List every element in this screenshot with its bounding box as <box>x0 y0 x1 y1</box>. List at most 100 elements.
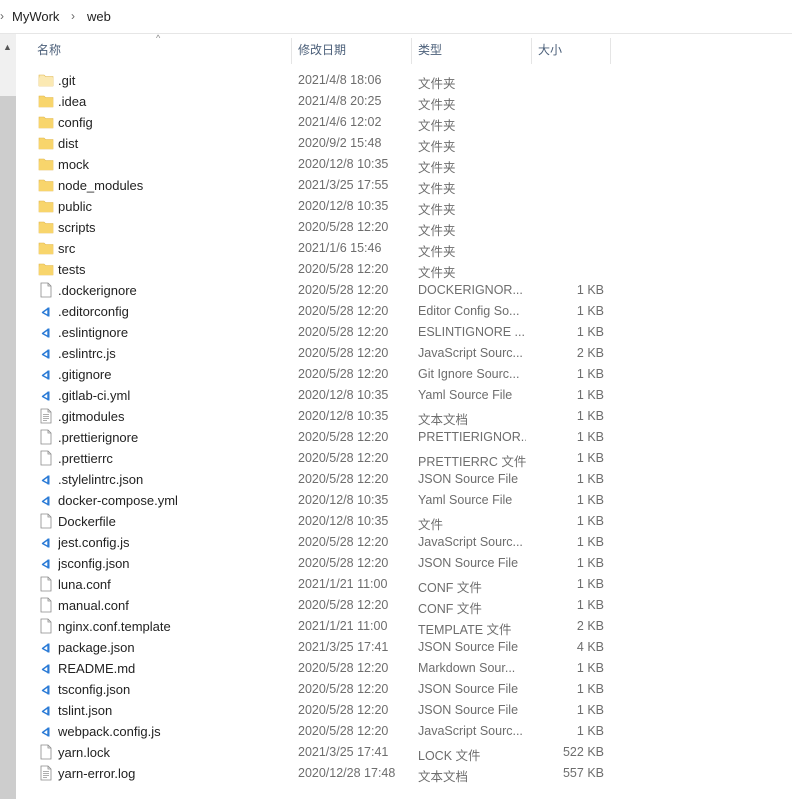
file-type: 文件夹 <box>418 266 456 280</box>
file-size: 1 KB <box>576 283 604 297</box>
vscode-file-icon <box>38 660 54 676</box>
file-date: 2020/5/28 12:20 <box>298 220 389 234</box>
file-size: 1 KB <box>576 325 604 339</box>
breadcrumb-item-mywork[interactable]: MyWork <box>12 9 59 24</box>
file-row[interactable]: Dockerfile 2020/12/8 10:35 文件 1 KB <box>36 511 616 532</box>
file-name: luna.conf <box>58 577 111 592</box>
column-divider[interactable] <box>610 38 611 64</box>
file-type: TEMPLATE 文件 <box>418 623 512 637</box>
navigation-pane-scroll-thumb[interactable] <box>0 96 16 799</box>
file-row[interactable]: .gitmodules 2020/12/8 10:35 文本文档 1 KB <box>36 406 616 427</box>
file-name: manual.conf <box>58 598 129 613</box>
file-name: .gitlab-ci.yml <box>58 388 131 403</box>
file-row[interactable]: manual.conf 2020/5/28 12:20 CONF 文件 1 KB <box>36 595 616 616</box>
file-size: 1 KB <box>576 367 604 381</box>
file-icon <box>38 597 54 613</box>
file-row[interactable]: yarn.lock 2021/3/25 17:41 LOCK 文件 522 KB <box>36 742 616 763</box>
file-date: 2020/5/28 12:20 <box>298 262 389 276</box>
file-row[interactable]: tslint.json 2020/5/28 12:20 JSON Source Fi… <box>36 700 616 721</box>
file-row[interactable]: .idea 2021/4/8 20:25 文件夹 <box>36 91 616 112</box>
vscode-file-icon <box>38 471 54 487</box>
file-icon <box>38 282 54 298</box>
chevron-right-icon[interactable]: › <box>71 9 75 23</box>
file-row[interactable]: yarn-error.log 2020/12/28 17:48 文本文档 557 KB <box>36 763 616 784</box>
file-type: JSON Source File <box>418 703 519 717</box>
file-name: .eslintrc.js <box>58 346 116 361</box>
file-row[interactable]: dist 2020/9/2 15:48 文件夹 <box>36 133 616 154</box>
file-type: Git Ignore Sourc... <box>418 367 520 381</box>
vscode-file-icon <box>38 681 54 697</box>
file-name: scripts <box>58 220 96 235</box>
file-row[interactable]: .editorconfig 2020/5/28 12:20 Editor Confi… <box>36 301 616 322</box>
file-date: 2020/5/28 12:20 <box>298 682 389 696</box>
file-type: CONF 文件 <box>418 602 482 616</box>
file-size: 2 KB <box>576 346 604 360</box>
column-header-type[interactable]: 类型 <box>418 38 442 64</box>
file-name: tslint.json <box>58 703 113 718</box>
file-row[interactable]: config 2021/4/6 12:02 文件夹 <box>36 112 616 133</box>
scroll-up-arrow-icon[interactable]: ▲ <box>3 42 12 52</box>
file-date: 2020/5/28 12:20 <box>298 724 389 738</box>
sort-ascending-icon: ^ <box>156 33 161 43</box>
column-header-size[interactable]: 大小 <box>538 38 562 64</box>
vscode-file-icon <box>38 345 54 361</box>
file-type: DOCKERIGNOR... <box>418 283 523 297</box>
file-row[interactable]: .dockerignore 2020/5/28 12:20 DOCKERIGNOR.… <box>36 280 616 301</box>
file-row[interactable]: docker-compose.yml 2020/12/8 10:35 Yaml So… <box>36 490 616 511</box>
file-row[interactable]: tests 2020/5/28 12:20 文件夹 <box>36 259 616 280</box>
file-type: Yaml Source File <box>418 493 513 507</box>
file-row[interactable]: nginx.conf.template 2021/1/21 11:00 TEMPLA… <box>36 616 616 637</box>
file-row[interactable]: node_modules 2021/3/25 17:55 文件夹 <box>36 175 616 196</box>
file-size: 1 KB <box>576 556 604 570</box>
file-name: public <box>58 199 92 214</box>
file-row[interactable]: jest.config.js 2020/5/28 12:20 JavaScript … <box>36 532 616 553</box>
breadcrumb-item-web[interactable]: web <box>87 9 111 24</box>
column-divider[interactable] <box>291 38 292 64</box>
file-row[interactable]: .prettierrc 2020/5/28 12:20 PRETTIERRC 文件 1… <box>36 448 616 469</box>
file-size: 1 KB <box>576 304 604 318</box>
file-row[interactable]: .eslintrc.js 2020/5/28 12:20 JavaScript So… <box>36 343 616 364</box>
column-divider[interactable] <box>531 38 532 64</box>
vscode-file-icon <box>38 387 54 403</box>
file-size: 557 KB <box>562 766 604 780</box>
file-name: .prettierignore <box>58 430 139 445</box>
file-name: jest.config.js <box>58 535 130 550</box>
file-row[interactable]: src 2021/1/6 15:46 文件夹 <box>36 238 616 259</box>
file-icon <box>38 450 54 466</box>
file-type: 文本文档 <box>418 413 469 427</box>
file-row[interactable]: luna.conf 2021/1/21 11:00 CONF 文件 1 KB <box>36 574 616 595</box>
file-row[interactable]: package.json 2021/3/25 17:41 JSON Source F… <box>36 637 616 658</box>
file-row[interactable]: README.md 2020/5/28 12:20 Markdown Sour...… <box>36 658 616 679</box>
file-type: Yaml Source File <box>418 388 513 402</box>
file-name: README.md <box>58 661 136 676</box>
file-row[interactable]: .prettierignore 2020/5/28 12:20 PRETTIERIG… <box>36 427 616 448</box>
file-row[interactable]: .gitignore 2020/5/28 12:20 Git Ignore Sour… <box>36 364 616 385</box>
file-row[interactable]: jsconfig.json 2020/5/28 12:20 JSON Source … <box>36 553 616 574</box>
file-row[interactable]: .stylelintrc.json 2020/5/28 12:20 JSON Sou… <box>36 469 616 490</box>
file-type: 文件夹 <box>418 203 456 217</box>
column-header-date[interactable]: 修改日期 <box>298 38 346 64</box>
file-row[interactable]: public 2020/12/8 10:35 文件夹 <box>36 196 616 217</box>
file-row[interactable]: .git 2021/4/8 18:06 文件夹 <box>36 70 616 91</box>
file-date: 2021/1/6 15:46 <box>298 241 382 255</box>
column-divider[interactable] <box>411 38 412 64</box>
folder-icon <box>38 135 54 151</box>
chevron-right-icon[interactable]: › <box>0 9 4 23</box>
vscode-file-icon <box>38 492 54 508</box>
file-name: .git <box>58 73 76 88</box>
file-date: 2020/12/8 10:35 <box>298 157 389 171</box>
file-name: jsconfig.json <box>58 556 130 571</box>
file-date: 2020/12/8 10:35 <box>298 493 389 507</box>
file-row[interactable]: webpack.config.js 2020/5/28 12:20 JavaScri… <box>36 721 616 742</box>
file-row[interactable]: .gitlab-ci.yml 2020/12/8 10:35 Yaml Source… <box>36 385 616 406</box>
file-name: yarn-error.log <box>58 766 136 781</box>
file-row[interactable]: scripts 2020/5/28 12:20 文件夹 <box>36 217 616 238</box>
column-header-name[interactable]: 名称 <box>37 38 61 64</box>
file-row[interactable]: tsconfig.json 2020/5/28 12:20 JSON Source … <box>36 679 616 700</box>
file-icon <box>38 576 54 592</box>
file-size: 1 KB <box>576 703 604 717</box>
file-size: 1 KB <box>576 577 604 591</box>
file-row[interactable]: mock 2020/12/8 10:35 文件夹 <box>36 154 616 175</box>
file-row[interactable]: .eslintignore 2020/5/28 12:20 ESLINTIGNORE… <box>36 322 616 343</box>
file-type: 文件夹 <box>418 98 456 112</box>
